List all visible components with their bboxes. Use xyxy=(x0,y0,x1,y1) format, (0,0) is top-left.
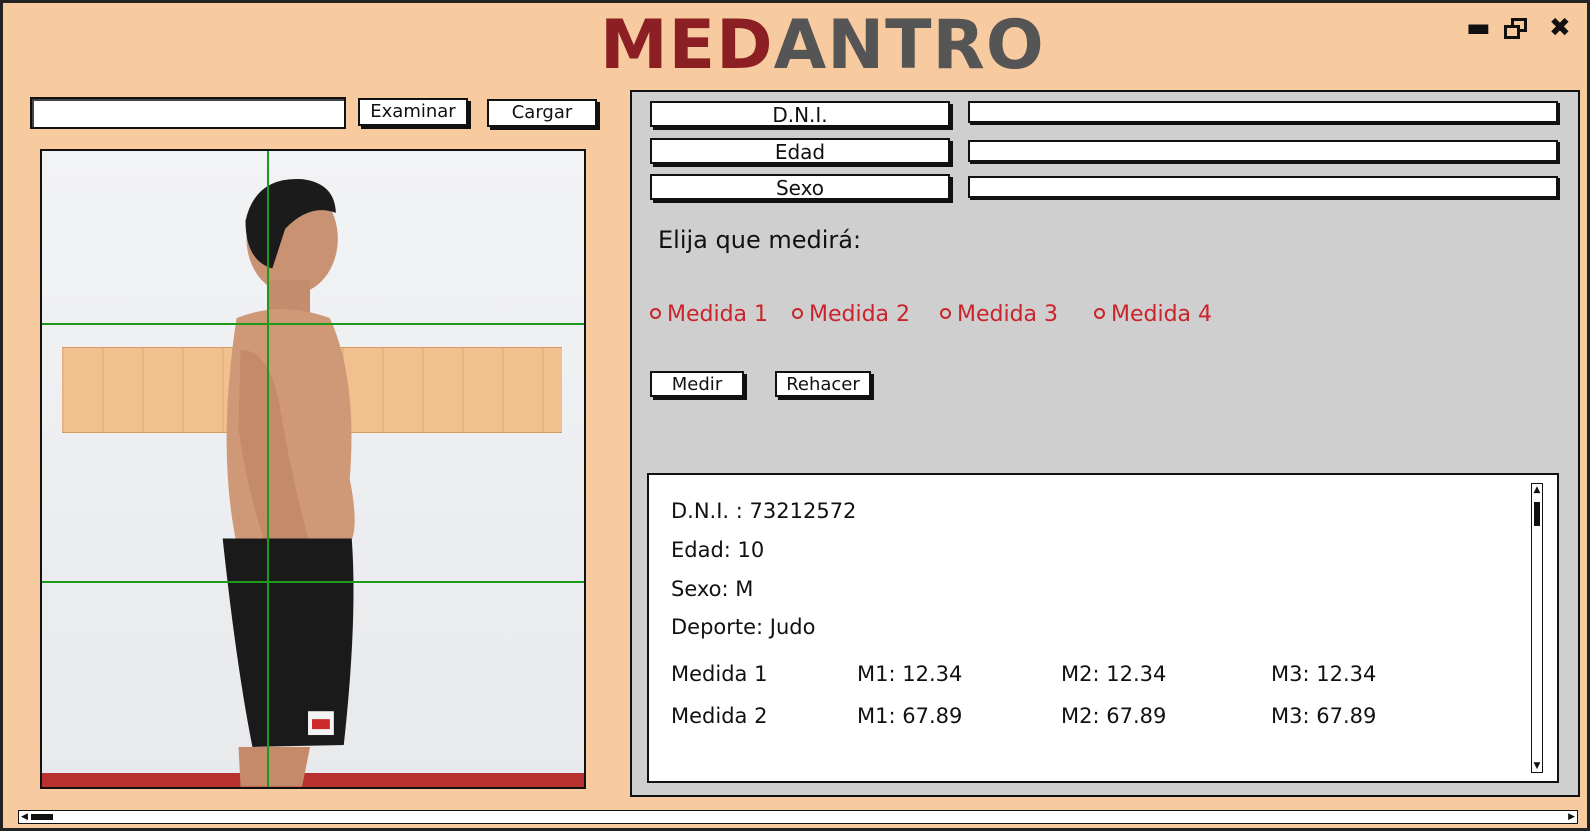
age-field[interactable] xyxy=(968,140,1558,162)
sex-field[interactable] xyxy=(968,176,1558,198)
scroll-thumb[interactable] xyxy=(31,814,53,820)
radio-medida-1[interactable]: Medida 1 xyxy=(650,302,768,327)
minimize-icon[interactable]: ▬ xyxy=(1466,14,1491,42)
dni-label: D.N.I. xyxy=(650,101,950,127)
scroll-up-icon[interactable]: ▲ xyxy=(1532,485,1542,495)
age-label: Edad xyxy=(650,138,950,164)
radio-label: Medida 3 xyxy=(957,302,1059,327)
file-path-input[interactable] xyxy=(30,97,346,129)
guide-line-horizontal-upper xyxy=(42,323,584,325)
radio-icon xyxy=(1094,308,1105,319)
radio-medida-3[interactable]: Medida 3 xyxy=(940,302,1058,327)
radio-medida-2[interactable]: Medida 2 xyxy=(792,302,910,327)
redo-button[interactable]: Rehacer xyxy=(775,371,871,397)
result-row-m2: M2: 67.89 xyxy=(1061,704,1167,728)
image-viewer[interactable] xyxy=(40,149,586,789)
result-row-m3: M3: 12.34 xyxy=(1271,662,1377,686)
logo-part-1: MED xyxy=(600,6,774,85)
radio-icon xyxy=(792,308,803,319)
radio-label: Medida 4 xyxy=(1111,302,1213,327)
result-sex: Sexo: M xyxy=(671,577,754,601)
horizontal-scrollbar[interactable]: ◀ ▶ xyxy=(18,810,1578,824)
sex-label: Sexo xyxy=(650,174,950,200)
dni-field[interactable] xyxy=(968,101,1558,123)
result-age: Edad: 10 xyxy=(671,538,765,562)
result-row-m1: M1: 12.34 xyxy=(857,662,963,686)
scroll-down-icon[interactable]: ▼ xyxy=(1532,761,1542,771)
radio-medida-4[interactable]: Medida 4 xyxy=(1094,302,1212,327)
guide-line-vertical xyxy=(267,151,269,787)
load-button[interactable]: Cargar xyxy=(487,99,597,127)
result-sport: Deporte: Judo xyxy=(671,615,816,639)
browse-button[interactable]: Examinar xyxy=(358,98,468,126)
scroll-thumb[interactable] xyxy=(1534,502,1540,526)
restore-icon[interactable] xyxy=(1504,18,1528,42)
result-row-m2: M2: 12.34 xyxy=(1061,662,1167,686)
logo-part-2: ANTRO xyxy=(773,6,1045,85)
result-row-name: Medida 2 xyxy=(671,704,768,728)
radio-label: Medida 1 xyxy=(667,302,769,327)
result-row-m1: M1: 67.89 xyxy=(857,704,963,728)
measure-button[interactable]: Medir xyxy=(650,371,744,397)
person-silhouette-image xyxy=(222,178,355,787)
result-row-name: Medida 1 xyxy=(671,662,768,686)
scroll-left-icon[interactable]: ◀ xyxy=(21,812,28,822)
close-icon[interactable]: ✖ xyxy=(1549,14,1571,42)
radio-label: Medida 2 xyxy=(809,302,911,327)
results-scrollbar[interactable]: ▲ ▼ xyxy=(1531,483,1543,773)
app-logo: MEDANTRO xyxy=(600,10,1045,82)
result-row-m3: M3: 67.89 xyxy=(1271,704,1377,728)
radio-icon xyxy=(940,308,951,319)
measure-prompt: Elija que medirá: xyxy=(658,226,862,254)
scroll-right-icon[interactable]: ▶ xyxy=(1568,812,1575,822)
radio-icon xyxy=(650,308,661,319)
guide-line-horizontal-lower xyxy=(42,581,584,583)
result-dni: D.N.I. : 73212572 xyxy=(671,499,857,523)
results-box[interactable]: D.N.I. : 73212572 Edad: 10 Sexo: M Depor… xyxy=(647,473,1559,783)
